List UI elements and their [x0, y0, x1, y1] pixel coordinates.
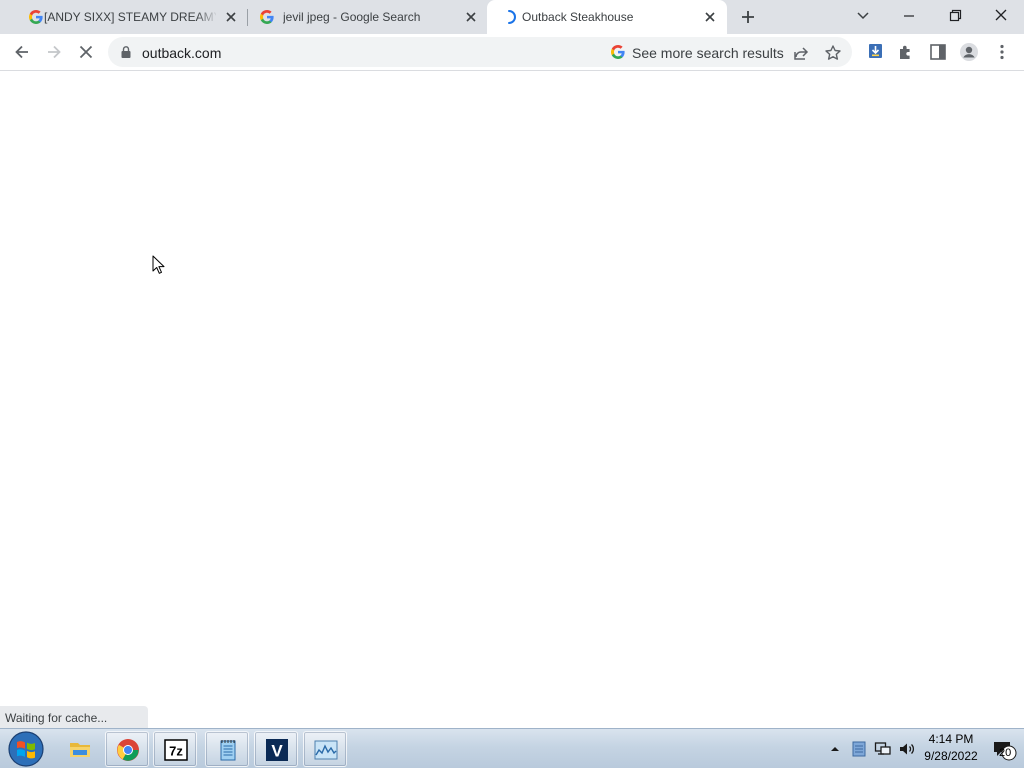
lock-icon[interactable]: [120, 45, 132, 59]
tab-title: Outback Steakhouse: [522, 10, 634, 24]
close-tab-icon[interactable]: [464, 10, 478, 24]
new-tab-plus-icon[interactable]: [739, 8, 757, 26]
network-icon[interactable]: [874, 740, 892, 758]
bookmark-star-icon[interactable]: [824, 44, 842, 62]
windows-taskbar: 7z V 4:14 PM 9/28/2022 20: [0, 728, 1024, 768]
page-content: [0, 71, 1024, 728]
back-arrow-icon[interactable]: [12, 42, 32, 62]
google-g-icon: [611, 45, 625, 59]
browser-toolbar: outback.com See more search results 5: [0, 34, 1024, 98]
loading-spinner-icon: [508, 10, 516, 24]
file-explorer-icon: [70, 743, 90, 757]
google-g-icon: [260, 10, 274, 24]
forward-arrow-icon[interactable]: [44, 42, 64, 62]
taskbar-7zip[interactable]: 7z: [153, 731, 197, 767]
chrome-icon: [117, 739, 139, 761]
profile-avatar-icon[interactable]: [959, 42, 979, 62]
status-bubble: Waiting for cache...: [0, 706, 148, 728]
system-clock[interactable]: 4:14 PM 9/28/2022: [918, 731, 984, 765]
minimize-icon[interactable]: [898, 6, 920, 26]
taskbar-file-explorer[interactable]: [58, 731, 102, 767]
taskbar-task-manager[interactable]: [303, 731, 347, 767]
share-icon[interactable]: [792, 44, 810, 62]
notepad-icon: [220, 740, 236, 761]
url-text[interactable]: outback.com: [142, 45, 221, 61]
see-more-search-results-button[interactable]: See more search results: [632, 45, 784, 61]
close-tab-icon[interactable]: [703, 10, 717, 24]
taskbar-chrome[interactable]: [105, 731, 149, 767]
tab-andy-sixx[interactable]: [ANDY SIXX] STEAMY DREAMY C: [8, 0, 246, 34]
mouse-cursor-icon: [152, 255, 165, 274]
tab-title: [ANDY SIXX] STEAMY DREAMY C: [44, 10, 216, 24]
start-orb-icon[interactable]: [6, 730, 46, 768]
tray-app-icon[interactable]: [850, 740, 868, 758]
side-panel-icon[interactable]: [928, 42, 948, 62]
notification-count: 20: [999, 747, 1012, 759]
task-manager-icon: [314, 740, 338, 760]
7zip-icon: 7z: [164, 739, 188, 761]
clock-time: 4:14 PM: [928, 732, 974, 746]
v-app-icon: V: [266, 739, 288, 761]
extensions-puzzle-icon[interactable]: [896, 42, 916, 62]
clock-date: 9/28/2022: [924, 749, 978, 763]
tab-title-fade: [196, 4, 218, 30]
taskbar-notepad[interactable]: [205, 731, 249, 767]
tab-strip: [ANDY SIXX] STEAMY DREAMY C jevil jpeg -…: [0, 0, 1024, 34]
tab-jevil-search[interactable]: jevil jpeg - Google Search: [248, 0, 486, 34]
close-tab-icon[interactable]: [224, 10, 238, 24]
menu-kebab-icon[interactable]: [992, 42, 1012, 62]
stop-loading-icon[interactable]: [76, 42, 96, 62]
svg-text:V: V: [271, 742, 283, 761]
taskbar-v-app[interactable]: V: [254, 731, 298, 767]
tab-outback[interactable]: Outback Steakhouse: [487, 0, 727, 34]
download-extension-icon[interactable]: [866, 42, 886, 62]
tab-title: jevil jpeg - Google Search: [283, 10, 421, 24]
close-window-icon[interactable]: [990, 6, 1012, 26]
google-g-icon: [29, 10, 43, 24]
show-hidden-icons-arrow-icon[interactable]: [826, 740, 844, 758]
svg-text:7z: 7z: [169, 744, 183, 759]
volume-icon[interactable]: [898, 740, 916, 758]
tab-search-chevron-icon[interactable]: [852, 6, 874, 26]
address-bar[interactable]: outback.com See more search results: [108, 37, 852, 67]
restore-icon[interactable]: [944, 6, 966, 26]
